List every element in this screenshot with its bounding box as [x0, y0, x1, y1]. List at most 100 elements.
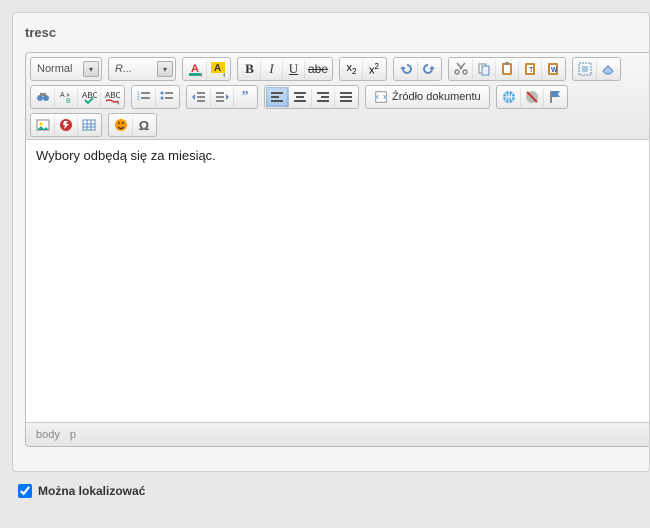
select-all-icon — [577, 61, 593, 77]
redo-icon — [421, 61, 437, 77]
spellcheck-button[interactable]: ABC — [78, 87, 101, 107]
scissors-icon — [453, 61, 469, 77]
superscript-icon: x2 — [369, 62, 379, 77]
remove-format-button[interactable] — [597, 59, 619, 79]
select-all-button[interactable] — [574, 59, 597, 79]
color-group: A A — [182, 57, 231, 81]
undo-button[interactable] — [395, 59, 418, 79]
smiley-icon — [113, 117, 129, 133]
link-icon — [501, 89, 517, 105]
spellcheck-icon: ABC — [81, 89, 97, 105]
anchor-button[interactable] — [544, 87, 566, 107]
copy-icon — [476, 61, 492, 77]
editor-toolbar: Normal ▾ R... ▾ A A B I — [26, 53, 649, 140]
paste-word-button[interactable]: W — [542, 59, 564, 79]
svg-text:W: W — [551, 67, 558, 74]
underline-button[interactable]: U — [283, 59, 305, 79]
special-char-button[interactable]: Ω — [133, 115, 155, 135]
superscript-button[interactable]: x2 — [363, 59, 385, 79]
subscript-icon: x2 — [347, 62, 357, 76]
unlink-icon — [524, 89, 540, 105]
binoculars-icon — [35, 89, 51, 105]
smiley-button[interactable] — [110, 115, 133, 135]
redo-button[interactable] — [418, 59, 440, 79]
insert-group — [30, 113, 102, 137]
editor-panel: tresc Normal ▾ R... ▾ A A — [12, 12, 650, 472]
paste-button[interactable] — [496, 59, 519, 79]
outdent-icon — [191, 89, 207, 105]
quote-icon: ” — [242, 89, 249, 105]
blockquote-button[interactable]: ” — [234, 87, 256, 107]
replace-button[interactable]: AB — [55, 87, 78, 107]
numbered-list-button[interactable]: 12 — [133, 87, 156, 107]
chevron-down-icon: ▾ — [83, 61, 99, 77]
flag-icon — [547, 89, 563, 105]
link-group — [496, 85, 568, 109]
eraser-icon — [600, 61, 616, 77]
chevron-down-icon: ▾ — [157, 61, 173, 77]
selection-group — [572, 57, 621, 81]
strikethrough-icon: abe — [308, 62, 328, 76]
svg-text:T: T — [529, 67, 534, 74]
source-icon — [374, 90, 388, 104]
strike-button[interactable]: abe — [305, 59, 331, 79]
italic-button[interactable]: I — [261, 59, 283, 79]
subscript-button[interactable]: x2 — [341, 59, 363, 79]
scayt-button[interactable]: ABC — [101, 87, 123, 107]
align-left-button[interactable] — [266, 87, 289, 107]
content-paragraph: Wybory odbędą się za miesiąc. — [36, 148, 639, 163]
indent-group: ” — [186, 85, 258, 109]
outdent-button[interactable] — [188, 87, 211, 107]
image-button[interactable] — [32, 115, 55, 135]
editor-content-area[interactable]: Wybory odbędą się za miesiąc. — [26, 140, 649, 422]
localizable-checkbox[interactable] — [18, 484, 32, 498]
source-button[interactable]: Źródło dokumentu — [365, 85, 490, 109]
find-group: AB ABC ABC — [30, 85, 125, 109]
element-path-bar: body p — [26, 422, 649, 446]
align-group — [264, 85, 359, 109]
indent-button[interactable] — [211, 87, 234, 107]
rich-text-editor: Normal ▾ R... ▾ A A B I — [25, 52, 649, 447]
cut-button[interactable] — [450, 59, 473, 79]
link-button[interactable] — [498, 87, 521, 107]
font-name-combo[interactable]: R... ▾ — [108, 57, 176, 81]
copy-button[interactable] — [473, 59, 496, 79]
paragraph-format-combo[interactable]: Normal ▾ — [30, 57, 102, 81]
align-right-button[interactable] — [312, 87, 335, 107]
text-color-button[interactable]: A — [184, 59, 207, 79]
bullet-list-button[interactable] — [156, 87, 178, 107]
align-right-icon — [315, 89, 331, 105]
flash-icon — [58, 117, 74, 133]
undo-icon — [398, 61, 414, 77]
align-justify-icon — [338, 89, 354, 105]
align-center-button[interactable] — [289, 87, 312, 107]
clipboard-group: T W — [448, 57, 566, 81]
paste-icon — [499, 61, 515, 77]
paste-text-button[interactable]: T — [519, 59, 542, 79]
bg-color-button[interactable]: A — [207, 59, 229, 79]
paste-word-icon: W — [545, 61, 561, 77]
align-center-icon — [292, 89, 308, 105]
table-button[interactable] — [78, 115, 100, 135]
svg-text:ABC: ABC — [105, 91, 120, 100]
bold-icon: B — [245, 61, 254, 77]
italic-icon: I — [269, 61, 273, 77]
find-button[interactable] — [32, 87, 55, 107]
svg-text:A: A — [214, 63, 221, 74]
history-group — [393, 57, 442, 81]
list-group: 12 — [131, 85, 180, 109]
flash-button[interactable] — [55, 115, 78, 135]
path-body[interactable]: body — [36, 429, 60, 441]
numbered-list-icon: 12 — [136, 89, 152, 105]
svg-text:B: B — [66, 98, 71, 105]
field-label: tresc — [25, 25, 649, 40]
indent-icon — [214, 89, 230, 105]
font-style-group: B I U abe — [237, 57, 333, 81]
underline-icon: U — [289, 61, 298, 77]
replace-icon: AB — [58, 89, 74, 105]
unlink-button[interactable] — [521, 87, 544, 107]
bold-button[interactable]: B — [239, 59, 261, 79]
align-justify-button[interactable] — [335, 87, 357, 107]
path-p[interactable]: p — [70, 429, 76, 441]
bullet-list-icon — [159, 89, 175, 105]
